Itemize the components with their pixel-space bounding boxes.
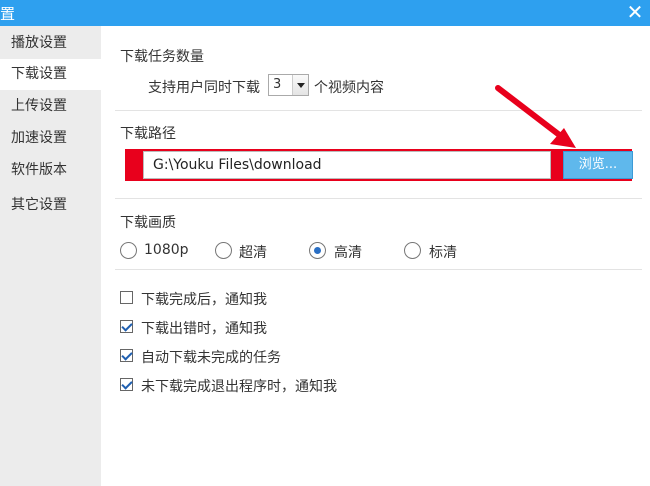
- divider: [115, 110, 642, 111]
- sidebar-item-acceleration[interactable]: 加速设置: [0, 123, 101, 154]
- task-count-select[interactable]: 3: [268, 74, 309, 96]
- notify-on-error-label: 下载出错时，通知我: [141, 321, 267, 337]
- settings-panel: 下载任务数量 支持用户同时下载 3 个视频内容 下载路径 G:\Youku Fi…: [101, 26, 650, 486]
- close-icon[interactable]: ✕: [624, 1, 646, 23]
- quality-label-standard: 标清: [429, 245, 457, 261]
- notify-on-error-checkbox[interactable]: [120, 320, 133, 333]
- auto-resume-checkbox[interactable]: [120, 349, 133, 362]
- sidebar-item-download[interactable]: 下载设置: [0, 59, 101, 90]
- browse-button[interactable]: 浏览...: [563, 151, 633, 179]
- task-count-value: 3: [273, 77, 282, 92]
- divider: [115, 269, 642, 270]
- path-highlight-box: G:\Youku Files\download 浏览...: [125, 149, 633, 181]
- settings-sidebar: 播放设置 下载设置 上传设置 加速设置 软件版本 其它设置: [0, 26, 101, 486]
- sidebar-item-playback[interactable]: 播放设置: [0, 28, 101, 59]
- sidebar-item-upload[interactable]: 上传设置: [0, 91, 101, 122]
- quality-radio-high[interactable]: [309, 242, 326, 259]
- quality-label-high: 高清: [334, 245, 362, 261]
- quality-radio-standard[interactable]: [404, 242, 421, 259]
- download-path-input[interactable]: G:\Youku Files\download: [143, 151, 551, 179]
- quality-label-super: 超清: [239, 245, 267, 261]
- quality-radio-1080p[interactable]: [120, 242, 137, 259]
- quality-title: 下载画质: [120, 215, 176, 231]
- quality-radio-super[interactable]: [215, 242, 232, 259]
- download-path-title: 下载路径: [120, 126, 176, 142]
- notify-on-exit-checkbox[interactable]: [120, 378, 133, 391]
- notify-on-exit-label: 未下载完成退出程序时，通知我: [141, 379, 337, 395]
- window-title: 置: [0, 5, 16, 23]
- download-tasks-suffix: 个视频内容: [314, 80, 384, 96]
- download-tasks-prefix: 支持用户同时下载: [148, 80, 260, 96]
- sidebar-item-other[interactable]: 其它设置: [0, 190, 101, 221]
- sidebar-item-version[interactable]: 软件版本: [0, 155, 101, 186]
- title-bar: 置 ✕: [0, 0, 650, 26]
- auto-resume-label: 自动下载未完成的任务: [141, 350, 281, 366]
- notify-on-complete-label: 下载完成后，通知我: [141, 292, 267, 308]
- divider: [115, 198, 642, 199]
- chevron-down-icon[interactable]: [292, 75, 308, 95]
- notify-on-complete-checkbox[interactable]: [120, 291, 133, 304]
- download-tasks-title: 下载任务数量: [120, 49, 204, 65]
- quality-label-1080p: 1080p: [144, 242, 189, 258]
